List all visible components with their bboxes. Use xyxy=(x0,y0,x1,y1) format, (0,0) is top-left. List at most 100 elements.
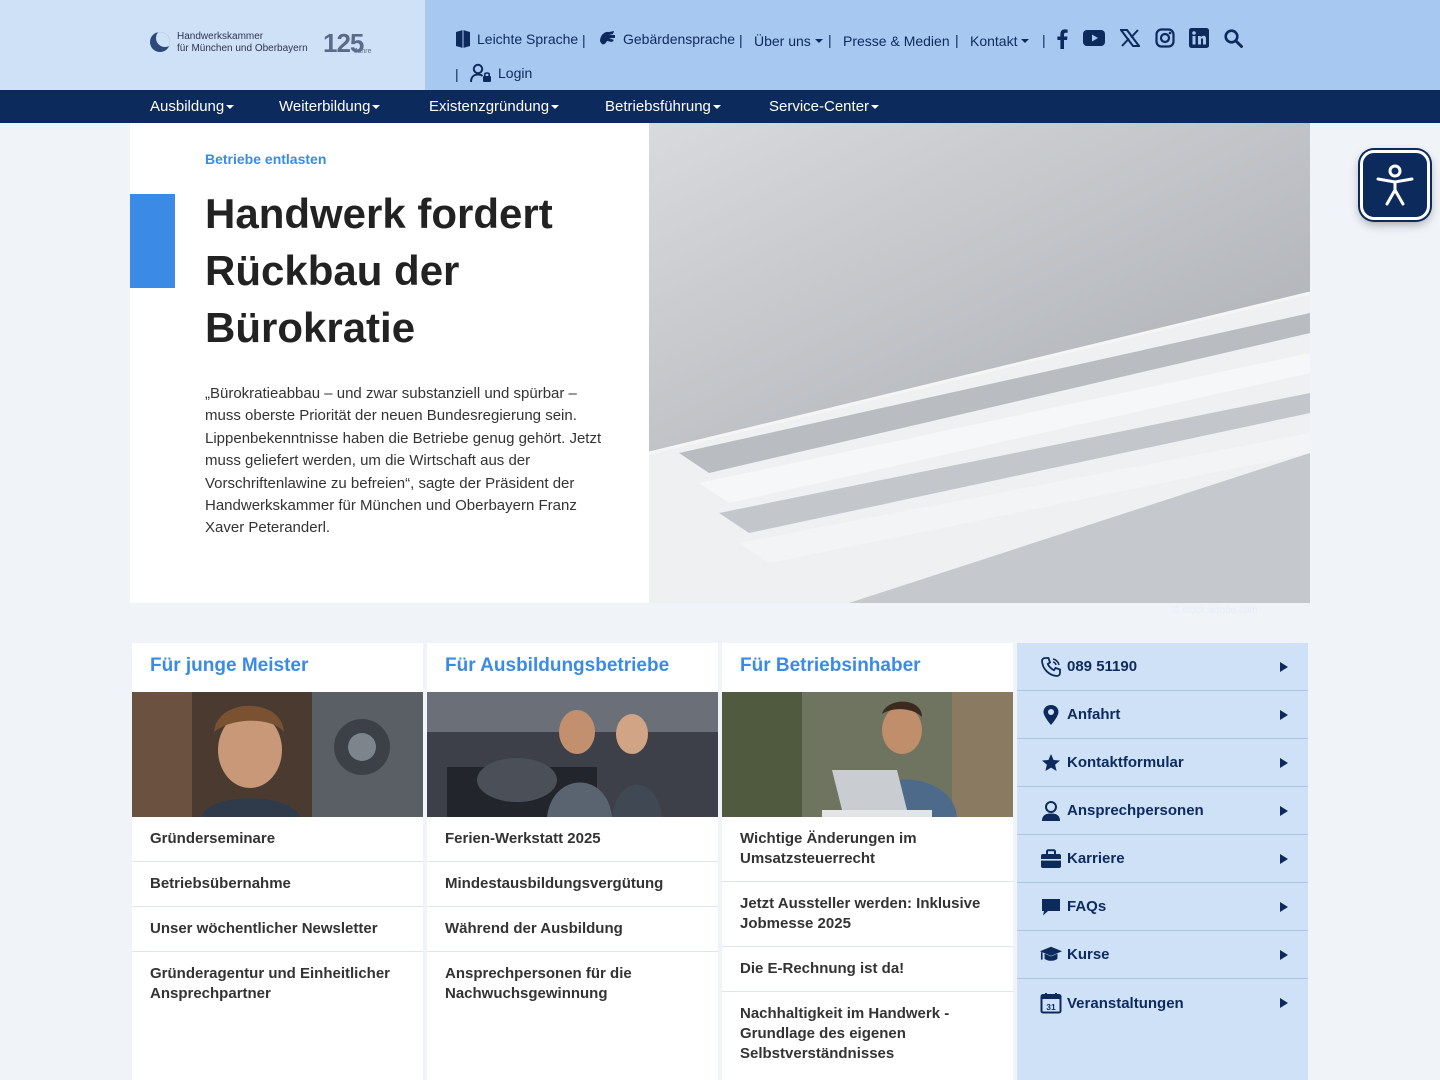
sign-language-icon xyxy=(600,31,615,45)
linkedin-icon[interactable] xyxy=(1189,28,1209,48)
chevron-down-icon xyxy=(814,39,823,43)
card-link-list: Ferien-Werkstatt 2025 Mindestausbildungs… xyxy=(427,817,718,1016)
kontakt-menu[interactable]: Kontakt xyxy=(970,33,1030,49)
accessibility-icon xyxy=(1376,164,1414,206)
nav-betriebsfuehrung[interactable]: Betriebsführung xyxy=(605,98,721,115)
card-ausbildungsbetriebe: Für Ausbildungsbetriebe Ferien-Werkstatt… xyxy=(427,643,718,1080)
presse-medien-label: Presse & Medien xyxy=(843,33,950,49)
card-link-list: Wichtige Änderungen im Umsatzsteuerrecht… xyxy=(722,817,1013,1076)
nav-label: Existenzgründung xyxy=(429,98,550,115)
arrow-right-icon xyxy=(1280,757,1288,768)
phone-icon xyxy=(1039,655,1063,679)
main-navigation: Ausbildung Weiterbildung Existenzgründun… xyxy=(0,90,1440,123)
chevron-down-icon xyxy=(1021,39,1030,43)
card-title[interactable]: Für junge Meister xyxy=(150,655,308,677)
card-image-young-craftsman xyxy=(132,692,423,817)
card-link[interactable]: Betriebsübernahme xyxy=(132,862,423,907)
hero-text: „Bürokratieabbau – und zwar substanziell… xyxy=(205,385,602,537)
gebaerdensprache-link[interactable]: Gebärdensprache xyxy=(597,29,735,49)
hero-title[interactable]: Handwerk fordert Rückbau der Bürokratie xyxy=(205,185,625,356)
logo-line-2: für München und Oberbayern xyxy=(177,43,308,54)
card-link[interactable]: Die E-Rechnung ist da! xyxy=(722,947,1013,992)
presse-medien-link[interactable]: Presse & Medien xyxy=(843,33,950,49)
chevron-down-icon xyxy=(226,105,235,110)
hwk-logo-icon xyxy=(150,32,170,52)
card-link[interactable]: Nachhaltigkeit im Handwerk - Grundlage d… xyxy=(722,992,1013,1076)
card-link[interactable]: Unser wöchentlicher Newsletter xyxy=(132,907,423,952)
service-item-label: Kontaktformular xyxy=(1067,754,1184,771)
nav-ausbildung[interactable]: Ausbildung xyxy=(150,98,235,115)
card-title[interactable]: Für Betriebsinhaber xyxy=(740,655,921,677)
search-icon[interactable] xyxy=(1224,29,1243,48)
book-icon xyxy=(456,30,470,48)
card-link[interactable]: Gründeragentur und Einheitlicher Ansprec… xyxy=(132,952,423,1016)
service-item-label: 089 51190 xyxy=(1067,658,1138,675)
ueber-uns-menu[interactable]: Über uns xyxy=(754,33,823,49)
nav-service-center[interactable]: Service-Center xyxy=(769,98,880,115)
arrow-right-icon xyxy=(1280,853,1288,864)
nav-label: Weiterbildung xyxy=(279,98,371,115)
service-item-label: FAQs xyxy=(1067,898,1107,915)
service-item-kurse[interactable]: Kurse xyxy=(1017,931,1308,979)
service-item-faqs[interactable]: FAQs xyxy=(1017,883,1308,931)
card-link[interactable]: Ansprechpersonen für die Nachwuchsgewinn… xyxy=(427,952,718,1016)
card-image-workshop-trainees xyxy=(427,692,718,817)
logo-text: Handwerkskammer für München und Oberbaye… xyxy=(177,31,308,55)
hero-accent-bar xyxy=(130,194,175,288)
youtube-icon[interactable] xyxy=(1083,30,1105,46)
card-junge-meister: Für junge Meister Gründerseminare Betrie… xyxy=(132,643,423,1080)
service-item-label: Karriere xyxy=(1067,850,1125,867)
service-item-ansprechpersonen[interactable]: Ansprechpersonen xyxy=(1017,787,1308,835)
chevron-down-icon xyxy=(551,105,560,110)
logo-line-1: Handwerkskammer xyxy=(177,31,264,42)
service-item-label: Ansprechpersonen xyxy=(1067,802,1204,819)
chat-icon xyxy=(1039,895,1063,919)
top-header: Handwerkskammer für München und Oberbaye… xyxy=(0,0,1440,90)
arrow-right-icon xyxy=(1280,998,1288,1008)
calendar-day: 31 xyxy=(1046,1002,1056,1012)
accessibility-button[interactable] xyxy=(1360,150,1430,220)
nav-label: Service-Center xyxy=(769,98,870,115)
login-link[interactable]: Login xyxy=(470,63,532,83)
card-link[interactable]: Wichtige Änderungen im Umsatzsteuerrecht xyxy=(722,817,1013,882)
leichte-sprache-link[interactable]: Leichte Sprache xyxy=(455,29,578,49)
hero-teaser[interactable]: Betriebe entlasten Handwerk fordert Rück… xyxy=(130,123,1310,603)
image-credit: © stock.adobe.com xyxy=(1172,605,1258,616)
service-item-karriere[interactable]: Karriere xyxy=(1017,835,1308,883)
card-link[interactable]: Mindestausbildungsvergütung xyxy=(427,862,718,907)
chevron-down-icon xyxy=(372,105,381,110)
service-item-kontaktformular[interactable]: Kontaktformular xyxy=(1017,739,1308,787)
service-item-veranstaltungen[interactable]: 31 Veranstaltungen xyxy=(1017,979,1308,1027)
nav-weiterbildung[interactable]: Weiterbildung xyxy=(279,98,381,115)
kontakt-label: Kontakt xyxy=(970,33,1018,49)
login-label: Login xyxy=(498,65,533,81)
nav-existenzgruendung[interactable]: Existenzgründung xyxy=(429,98,560,115)
card-link[interactable]: Gründerseminare xyxy=(132,817,423,862)
separator: | xyxy=(955,32,959,48)
facebook-icon[interactable] xyxy=(1056,29,1068,49)
service-item-anfahrt[interactable]: Anfahrt xyxy=(1017,691,1308,739)
card-link[interactable]: Jetzt Aussteller werden: Inklusive Jobme… xyxy=(722,882,1013,947)
instagram-icon[interactable] xyxy=(1155,28,1175,48)
service-item-phone[interactable]: 089 51190 xyxy=(1017,643,1308,691)
separator: | xyxy=(1042,32,1046,48)
service-item-label: Anfahrt xyxy=(1067,706,1121,723)
arrow-right-icon xyxy=(1280,805,1288,816)
arrow-right-icon xyxy=(1280,661,1288,672)
card-link[interactable]: Ferien-Werkstatt 2025 xyxy=(427,817,718,862)
chevron-down-icon xyxy=(871,105,880,110)
leichte-sprache-label: Leichte Sprache xyxy=(477,31,579,47)
arrow-right-icon xyxy=(1280,709,1288,720)
arrow-right-icon xyxy=(1280,949,1288,960)
hero-kicker: Betriebe entlasten xyxy=(205,151,327,167)
separator: | xyxy=(455,66,459,82)
logo-link[interactable]: Handwerkskammer für München und Oberbaye… xyxy=(0,0,425,90)
service-sidebar: 089 51190 Anfahrt Kontaktformular Anspre… xyxy=(1017,643,1308,1080)
nav-label: Betriebsführung xyxy=(605,98,711,115)
card-title[interactable]: Für Ausbildungsbetriebe xyxy=(445,655,669,677)
x-icon[interactable] xyxy=(1120,29,1140,47)
separator: | xyxy=(739,32,743,48)
calendar-icon: 31 xyxy=(1039,991,1063,1015)
person-icon xyxy=(1039,799,1063,823)
card-link[interactable]: Während der Ausbildung xyxy=(427,907,718,952)
